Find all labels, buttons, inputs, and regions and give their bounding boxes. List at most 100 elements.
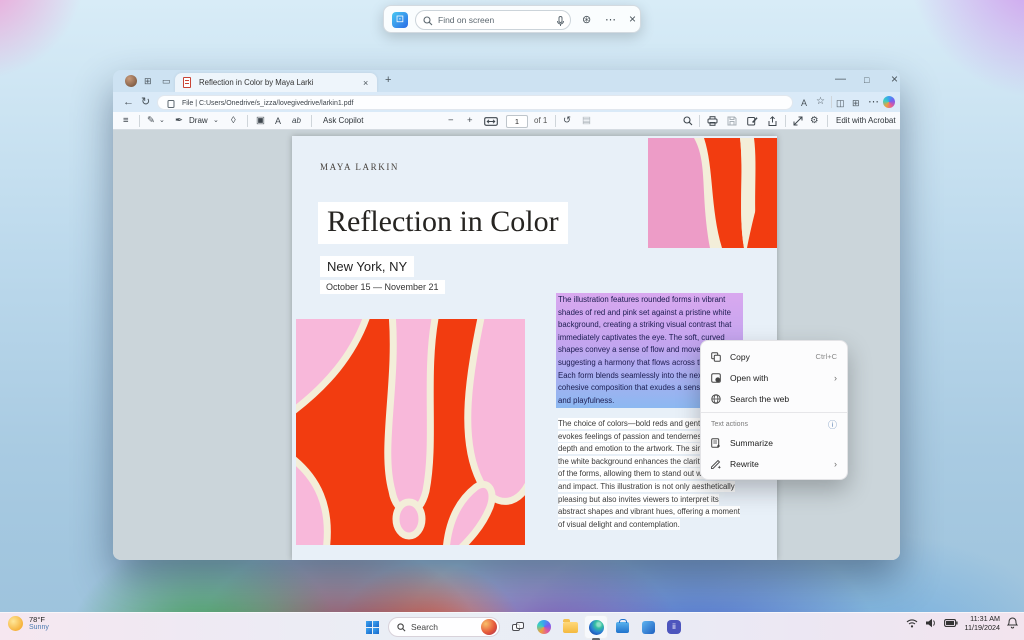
windows-logo-icon [366, 621, 379, 634]
highlighter-chevron-icon[interactable]: ⌄ [159, 112, 165, 130]
tray-time: 11:31 AM [965, 614, 1000, 623]
save-as-icon[interactable] [747, 116, 758, 126]
save-icon[interactable] [727, 116, 737, 126]
copilot-icon [537, 620, 551, 634]
zoom-out-icon[interactable]: − [448, 112, 454, 130]
artwork-left [296, 319, 525, 545]
clock[interactable]: 11:31 AM 11/19/2024 [965, 614, 1000, 632]
back-icon[interactable]: ← [123, 96, 134, 108]
menu-item-open-with[interactable]: Open with › [701, 367, 847, 388]
document-search-icon[interactable] [683, 116, 693, 126]
eraser-icon[interactable]: ◊ [231, 112, 236, 130]
file-explorer-button[interactable] [558, 615, 582, 639]
document-location: New York, NY [320, 256, 414, 277]
highlighter-icon[interactable]: ✎ [147, 112, 155, 130]
page-view-icon[interactable]: ▤ [582, 112, 591, 130]
address-bar: ← ↻ File | C:Users/Onedrive/s_izza/loveg… [113, 92, 900, 112]
copilot-icon[interactable] [883, 96, 895, 108]
page-number-input[interactable] [506, 115, 528, 128]
menu-item-copy[interactable]: Copy Ctrl+C [701, 346, 847, 367]
notification-bell-icon[interactable] [1007, 617, 1018, 629]
page-total-label: of 1 [534, 112, 547, 130]
browser-tab[interactable]: Reflection in Color by Maya Larki × [175, 73, 377, 92]
task-view-button[interactable] [506, 615, 530, 639]
artwork-top-right [648, 138, 777, 248]
desktop: ⊡ Find on screen ⊛ ⋯ × ⊞ ▭ Reflection in… [0, 0, 1024, 640]
more-menu-icon[interactable]: ⋯ [868, 96, 879, 108]
draw-chevron-icon[interactable]: ⌄ [213, 112, 219, 130]
window-minimize-button[interactable]: — [835, 73, 846, 85]
microsoft-store-button[interactable] [610, 615, 634, 639]
teams-icon: ii [667, 620, 681, 634]
workspaces-icon[interactable]: ⊞ [144, 75, 152, 87]
find-placeholder: Find on screen [438, 15, 494, 25]
pdf-toolbar: ≡ ✎ ⌄ ✒ Draw ⌄ ◊ ▣ A ab Ask Copilot − + … [113, 112, 900, 130]
open-with-icon [711, 373, 721, 383]
menu-item-rewrite[interactable]: Rewrite › [701, 453, 847, 474]
taskbar: 78°F Sunny Search ii 11:31 AM 11/19/2024 [0, 612, 1024, 640]
settings-gear-icon[interactable]: ⚙ [810, 112, 819, 130]
menu-item-summarize[interactable]: Summarize [701, 432, 847, 453]
draw-pen-icon[interactable]: ✒ [175, 112, 183, 130]
document-author: MAYA LARKIN [320, 162, 399, 172]
menu-item-search-the-web[interactable]: Search the web [701, 388, 847, 409]
share-icon[interactable] [767, 116, 778, 127]
fullscreen-icon[interactable] [793, 116, 803, 126]
context-menu: Copy Ctrl+C Open with › Search the web T… [700, 340, 848, 480]
tab-actions-icon[interactable]: ▭ [162, 75, 171, 87]
copilot-taskbar-button[interactable] [532, 615, 556, 639]
window-close-button[interactable]: × [891, 73, 898, 85]
tab-close-icon[interactable]: × [363, 77, 368, 89]
browser-window: ⊞ ▭ Reflection in Color by Maya Larki × … [113, 70, 900, 560]
microphone-icon[interactable] [556, 16, 565, 27]
find-on-screen-bar: ⊡ Find on screen ⊛ ⋯ × [383, 5, 641, 33]
teams-button[interactable]: ii [662, 615, 686, 639]
refresh-icon[interactable]: ↻ [141, 96, 150, 108]
ask-copilot-button[interactable]: Ask Copilot [323, 112, 363, 130]
find-on-screen-input[interactable]: Find on screen [415, 10, 571, 30]
edit-with-acrobat-button[interactable]: Edit with Acrobat [836, 112, 896, 130]
pdf-file-icon [183, 77, 191, 88]
close-icon[interactable]: × [629, 13, 636, 25]
zoom-in-icon[interactable]: + [467, 112, 473, 130]
document-title: Reflection in Color [318, 202, 568, 244]
new-tab-button[interactable]: + [385, 74, 391, 86]
file-icon [167, 100, 175, 108]
store-icon [616, 622, 629, 633]
battery-icon[interactable] [944, 619, 958, 627]
more-options-icon[interactable]: ⋯ [605, 14, 616, 26]
read-aloud-toolbar-icon[interactable]: A [275, 112, 281, 130]
favorites-star-icon[interactable]: ☆ [816, 96, 825, 108]
url-field[interactable]: File | C:Users/Onedrive/s_izza/lovegived… [157, 95, 793, 110]
screen-capture-icon[interactable]: ⊡ [392, 12, 408, 28]
info-icon[interactable]: ⓘ [828, 418, 837, 431]
collections-icon[interactable]: ⊞ [852, 97, 860, 109]
table-of-contents-icon[interactable]: ≡ [123, 112, 129, 130]
text-field-icon[interactable]: ▣ [256, 112, 265, 130]
copy-shortcut: Ctrl+C [816, 352, 837, 361]
volume-icon[interactable] [925, 618, 937, 628]
summarize-icon [711, 438, 721, 448]
window-maximize-button[interactable]: □ [864, 74, 869, 86]
microsoft-365-button[interactable] [636, 615, 660, 639]
taskbar-search[interactable]: Search [388, 617, 500, 637]
search-icon [397, 623, 406, 632]
weather-widget[interactable]: 78°F Sunny [8, 615, 49, 632]
read-aloud-icon[interactable]: A [801, 97, 807, 109]
rewrite-submenu-arrow: › [834, 459, 837, 469]
wifi-icon[interactable] [906, 618, 918, 628]
edge-button[interactable] [584, 615, 608, 639]
draw-label[interactable]: Draw [189, 112, 208, 130]
fit-to-width-icon[interactable] [484, 117, 498, 126]
recent-captures-icon[interactable]: ⊛ [582, 14, 591, 26]
globe-icon [711, 394, 721, 404]
browser-titlebar: ⊞ ▭ Reflection in Color by Maya Larki × … [113, 70, 900, 92]
print-icon[interactable] [707, 116, 718, 126]
start-button[interactable] [360, 615, 384, 639]
url-text: File | C:Users/Onedrive/s_izza/lovegived… [182, 100, 353, 107]
sun-icon [8, 616, 23, 631]
translate-icon[interactable]: ab [292, 112, 301, 130]
rotate-icon[interactable]: ↺ [563, 112, 571, 130]
split-screen-icon[interactable]: ◫ [836, 97, 845, 109]
profile-avatar[interactable] [125, 75, 137, 87]
